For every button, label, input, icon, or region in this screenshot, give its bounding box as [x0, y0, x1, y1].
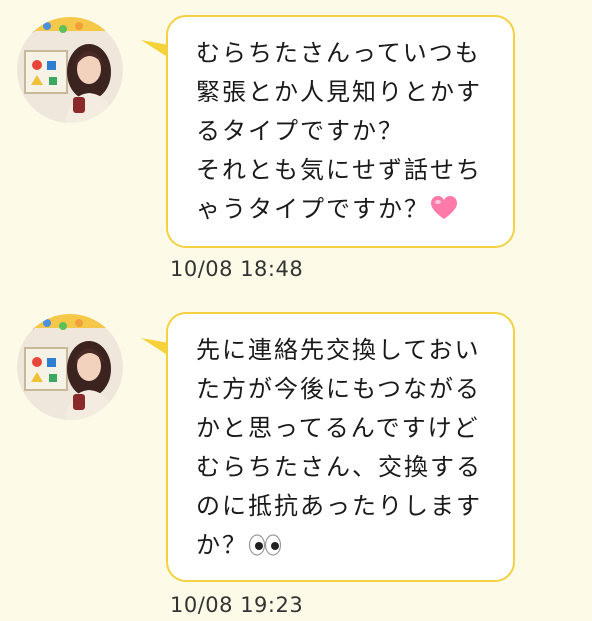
- message-bubble[interactable]: むらちたさんっていつも 緊張とか人見知りとかす るタイプですか？ それとも気にせ…: [166, 15, 515, 248]
- message-text: むらちたさんっていつも 緊張とか人見知りとかす るタイプですか？ それとも気にせ…: [196, 34, 495, 233]
- message-bubble[interactable]: 先に連絡先交換しておい た方が今後にもつながる かと思ってるんですけど むらちた…: [166, 312, 515, 582]
- sender-avatar[interactable]: [17, 314, 123, 420]
- bubble-tail-icon: [141, 338, 169, 356]
- eyes-icon: [248, 530, 282, 569]
- message-text: 先に連絡先交換しておい た方が今後にもつながる かと思ってるんですけど むらちた…: [196, 331, 495, 569]
- avatar-photo: [17, 314, 123, 420]
- chat-message-2: 先に連絡先交換しておい た方が今後にもつながる かと思ってるんですけど むらちた…: [0, 290, 592, 621]
- message-timestamp: 10/08 19:23: [170, 593, 304, 617]
- avatar-photo: [17, 17, 123, 123]
- bubble-tail-icon: [141, 40, 169, 58]
- message-timestamp: 10/08 18:48: [170, 257, 304, 281]
- sender-avatar[interactable]: [17, 17, 123, 123]
- chat-message-1: むらちたさんっていつも 緊張とか人見知りとかす るタイプですか？ それとも気にせ…: [0, 0, 592, 290]
- pink-heart-icon: [430, 194, 458, 233]
